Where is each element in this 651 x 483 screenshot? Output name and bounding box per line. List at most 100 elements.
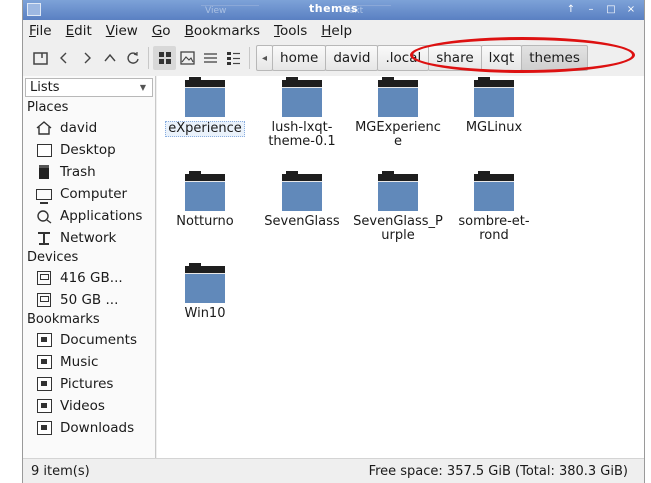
icon-view-button[interactable]: [153, 46, 176, 70]
sidebar-item-computer[interactable]: Computer: [23, 183, 155, 205]
menu-file[interactable]: File: [29, 23, 52, 39]
sidebar-item-documents[interactable]: Documents: [23, 329, 155, 351]
folder-icon: [378, 171, 418, 211]
menu-bar: File Edit View Go Bookmarks Tools Help: [23, 20, 644, 42]
trash-icon: [35, 164, 53, 180]
folder-icon: [185, 171, 225, 211]
sidebar-item-label: Downloads: [60, 420, 135, 436]
title-bar[interactable]: View Text themes ↑ – □ ×: [23, 0, 644, 20]
crumb-home[interactable]: home: [272, 45, 327, 71]
sidebar-item-network[interactable]: Network: [23, 227, 155, 249]
downloads-icon: [35, 420, 53, 436]
videos-icon: [35, 398, 53, 414]
window-title: themes: [308, 2, 359, 15]
detailed-view-icon: [227, 52, 240, 65]
toolbar: ◂ home david .local share lxqt themes: [23, 42, 644, 74]
folder-label: eXperience: [165, 121, 245, 137]
sidebar-item-music[interactable]: Music: [23, 351, 155, 373]
crumb-local[interactable]: .local: [377, 45, 430, 71]
thumbnail-view-icon: [180, 51, 195, 65]
sidebar-item-pictures[interactable]: Pictures: [23, 373, 155, 395]
bookmarks-section-title: Bookmarks: [27, 312, 100, 327]
sidebar-item-label: Documents: [60, 332, 137, 348]
drive-icon: [35, 292, 53, 308]
home-icon: [35, 120, 53, 136]
sidebar-item-label: Applications: [60, 208, 143, 224]
folder-item[interactable]: lush-lxqt-theme-0.1: [254, 77, 350, 149]
new-tab-button[interactable]: [29, 46, 52, 70]
reload-button[interactable]: [121, 46, 144, 70]
folder-item[interactable]: MGExperienc e: [350, 77, 446, 149]
folder-icon: [474, 171, 514, 211]
side-panel: Lists ▼ Places david Desktop Trash Compu…: [23, 76, 156, 458]
pathbar-scroll-left-button[interactable]: ◂: [256, 45, 274, 71]
sidebar-item-label: Music: [60, 354, 99, 370]
crumb-themes[interactable]: themes: [521, 45, 588, 71]
compact-view-icon: [204, 53, 217, 63]
detailed-view-button[interactable]: [222, 46, 245, 70]
sidebar-item-trash[interactable]: Trash: [23, 161, 155, 183]
crumb-lxqt[interactable]: lxqt: [480, 45, 523, 71]
folder-icon: [282, 171, 322, 211]
sidebar-item-downloads[interactable]: Downloads: [23, 417, 155, 439]
folder-icon: [378, 77, 418, 117]
menu-help[interactable]: Help: [321, 23, 352, 39]
sidebar-item-label: Trash: [60, 164, 96, 180]
chevron-up-icon: [103, 53, 116, 62]
keep-above-icon[interactable]: ↑: [562, 2, 580, 17]
icon-view-icon: [158, 52, 171, 64]
toolbar-separator: [148, 47, 149, 69]
side-panel-mode-select[interactable]: Lists ▼: [25, 78, 153, 97]
chevron-right-icon: [84, 52, 91, 64]
maximize-icon[interactable]: □: [602, 2, 620, 17]
menu-view[interactable]: View: [106, 23, 138, 39]
network-icon: [35, 230, 53, 246]
folder-item[interactable]: sombre-et-rond: [446, 171, 542, 243]
folder-item[interactable]: SevenGlass_P urple: [350, 171, 446, 243]
folder-icon: [185, 263, 225, 303]
menu-bookmarks[interactable]: Bookmarks: [185, 23, 260, 39]
reload-icon: [126, 52, 139, 64]
sidebar-item-home[interactable]: david: [23, 117, 155, 139]
folder-item[interactable]: SevenGlass: [254, 171, 350, 229]
menu-tools[interactable]: Tools: [274, 23, 307, 39]
window-controls: ↑ – □ ×: [562, 2, 640, 17]
sidebar-item-desktop[interactable]: Desktop: [23, 139, 155, 161]
sidebar-item-applications[interactable]: Applications: [23, 205, 155, 227]
folder-item[interactable]: MGLinux: [446, 77, 542, 135]
forward-button[interactable]: [75, 46, 98, 70]
applications-icon: [35, 208, 53, 224]
file-list-view: eXperience lush-lxqt-theme-0.1 MGExperie…: [157, 76, 644, 458]
computer-icon: [35, 186, 53, 204]
sidebar-item-label: Desktop: [60, 142, 116, 158]
thumbnail-view-button[interactable]: [176, 46, 199, 70]
toolbar-separator: [249, 47, 250, 69]
folder-icon: [185, 77, 225, 117]
crumb-david[interactable]: david: [325, 45, 379, 71]
menu-edit[interactable]: Edit: [66, 23, 92, 39]
chevron-left-icon: [59, 52, 66, 64]
places-section-title: Places: [27, 100, 69, 115]
minimize-icon[interactable]: –: [582, 2, 600, 17]
side-panel-mode-label: Lists: [30, 80, 60, 95]
folder-item[interactable]: Win10: [157, 263, 253, 321]
menu-go[interactable]: Go: [152, 23, 171, 39]
sidebar-item-device-50gb[interactable]: 50 GB ...: [23, 289, 155, 311]
folder-label: Notturno: [176, 214, 234, 229]
sidebar-item-label: Computer: [60, 186, 128, 202]
folder-item[interactable]: eXperience: [157, 77, 253, 137]
sidebar-item-label: Network: [60, 230, 117, 246]
folder-label: MGLinux: [465, 120, 523, 135]
sidebar-item-videos[interactable]: Videos: [23, 395, 155, 417]
sidebar-item-label: 416 GB...: [60, 270, 123, 286]
crumb-share[interactable]: share: [428, 45, 482, 71]
compact-view-button[interactable]: [199, 46, 222, 70]
sidebar-item-device-416gb[interactable]: 416 GB...: [23, 267, 155, 289]
close-icon[interactable]: ×: [622, 2, 640, 17]
sidebar-item-label: Pictures: [60, 376, 114, 392]
up-button[interactable]: [98, 46, 121, 70]
folder-item[interactable]: Notturno: [157, 171, 253, 229]
back-button[interactable]: [52, 46, 75, 70]
status-bar: 9 item(s) Free space: 357.5 GiB (Total: …: [23, 458, 644, 483]
folder-label: sombre-et-rond: [458, 214, 530, 243]
